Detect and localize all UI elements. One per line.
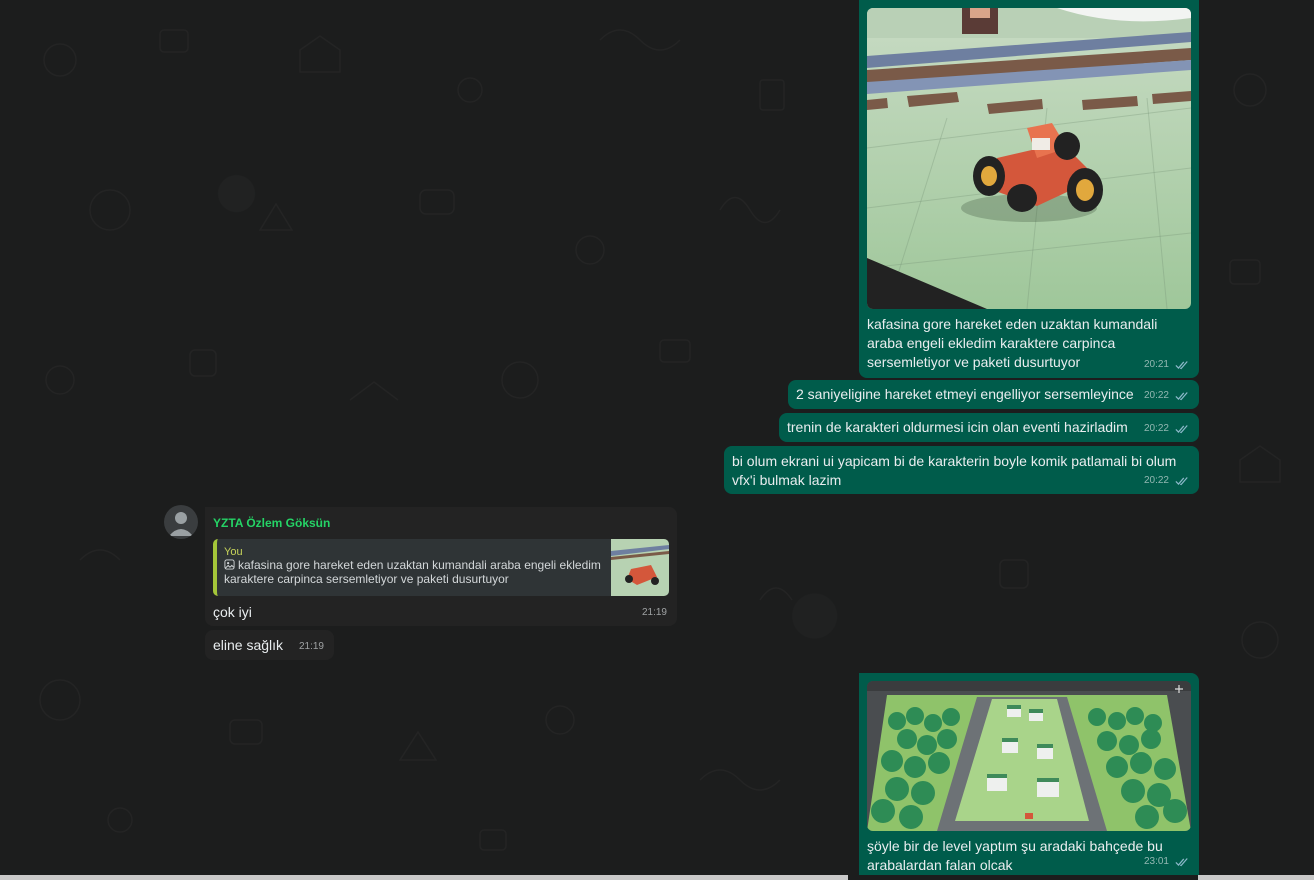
message-text: bi olum ekrani ui yapicam bi de karakter… xyxy=(732,453,1177,488)
chat-pane: kafasina gore hareket eden uzaktan kuman… xyxy=(0,0,1314,880)
double-check-icon xyxy=(1175,857,1188,866)
message-meta: 20:22 xyxy=(1144,471,1189,490)
double-check-icon xyxy=(1175,424,1188,433)
default-user-icon xyxy=(169,512,193,536)
message-meta: 21:19 xyxy=(642,603,667,622)
message-text: trenin de karakteri oldurmesi icin olan … xyxy=(787,419,1128,435)
message-bubble-incoming[interactable]: eline sağlık 21:19 xyxy=(205,630,334,660)
composer-edge-shadow xyxy=(848,875,1198,880)
city-level-aerial-image[interactable] xyxy=(867,681,1191,831)
message-meta: 20:22 xyxy=(1144,386,1189,405)
message-time: 20:22 xyxy=(1143,475,1169,486)
quoted-message[interactable]: You kafasina gore hareket eden uzaktan k… xyxy=(213,539,669,596)
message-meta: 20:21 xyxy=(1144,355,1189,374)
message-text: çok iyi xyxy=(213,604,252,620)
message-time: 21:19 xyxy=(641,607,667,618)
double-check-icon xyxy=(1175,360,1188,369)
race-car-on-railroad-image[interactable] xyxy=(867,8,1191,309)
photo-icon xyxy=(224,559,235,570)
message-meta: 20:22 xyxy=(1144,419,1189,438)
message-bubble-outgoing[interactable]: trenin de karakteri oldurmesi icin olan … xyxy=(779,413,1199,442)
double-check-icon xyxy=(1175,476,1188,485)
message-bubble-outgoing[interactable]: kafasina gore hareket eden uzaktan kuman… xyxy=(859,0,1199,378)
message-time: 20:21 xyxy=(1143,359,1169,370)
double-check-icon xyxy=(1175,391,1188,400)
message-time: 23:01 xyxy=(1143,856,1169,867)
message-time: 21:19 xyxy=(298,641,324,652)
message-time: 20:22 xyxy=(1143,423,1169,434)
message-bubble-outgoing[interactable]: 2 saniyeligine hareket etmeyi engelliyor… xyxy=(788,380,1199,409)
message-meta: 23:01 xyxy=(1144,852,1189,871)
quote-text: kafasina gore hareket eden uzaktan kuman… xyxy=(224,558,604,586)
message-bubble-incoming[interactable]: YZTA Özlem Göksün You kafasina gore hare… xyxy=(205,507,677,626)
message-text: 2 saniyeligine hareket etmeyi engelliyor… xyxy=(796,386,1134,402)
contact-avatar[interactable] xyxy=(164,505,198,539)
sender-name[interactable]: YZTA Özlem Göksün xyxy=(213,514,330,533)
quote-thumbnail-image xyxy=(611,539,669,596)
quote-text-content: kafasina gore hareket eden uzaktan kuman… xyxy=(224,558,601,586)
message-meta: 21:19 xyxy=(299,637,324,656)
message-time: 20:22 xyxy=(1143,390,1169,401)
message-text: kafasina gore hareket eden uzaktan kuman… xyxy=(867,316,1158,370)
message-bubble-outgoing[interactable]: şöyle bir de level yaptım şu aradaki bah… xyxy=(859,673,1199,880)
message-bubble-outgoing[interactable]: bi olum ekrani ui yapicam bi de karakter… xyxy=(724,446,1199,494)
message-text: şöyle bir de level yaptım şu aradaki bah… xyxy=(867,838,1163,873)
